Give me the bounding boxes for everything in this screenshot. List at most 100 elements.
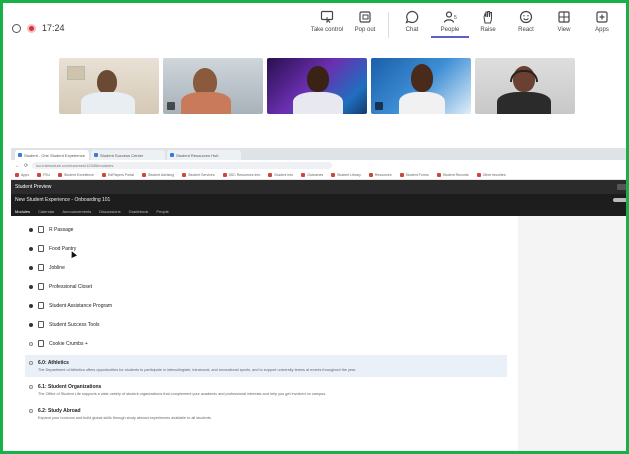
completion-dot-icon xyxy=(29,303,33,308)
course-tab[interactable]: People xyxy=(156,209,168,214)
course-settings-toggle[interactable] xyxy=(613,198,626,202)
take-control-button[interactable]: Take control xyxy=(308,10,346,38)
participant-shirt xyxy=(181,92,231,114)
pop-out-label: Pop out xyxy=(354,27,376,33)
browser-tab-label: Student Resources Hub xyxy=(176,152,219,158)
bookmark[interactable]: Outcomes xyxy=(301,173,323,177)
reload-icon[interactable]: ⟳ xyxy=(24,163,28,169)
bookmark[interactable]: SSC Resources Info xyxy=(222,173,261,177)
bookmark-label: Student Excellence xyxy=(63,173,94,177)
module-item-title: 6.2: Study Abroad xyxy=(38,408,81,414)
bookmark-label: FSU xyxy=(42,173,50,177)
participant-avatar xyxy=(97,70,117,94)
bookmark-label: EdPlayers Portal xyxy=(107,173,135,177)
bookmark[interactable]: Student Advising xyxy=(142,173,174,177)
muted-mic-icon xyxy=(375,102,383,110)
bookmark[interactable]: Student Forms xyxy=(399,173,429,177)
meeting-toolbar: 17:24 Take control Pop out Chat 5 People xyxy=(6,6,623,50)
browser-tab[interactable]: Student Resources Hub xyxy=(167,150,241,160)
app-header: Student Preview xyxy=(11,180,626,194)
screen-frame: 17:24 Take control Pop out Chat 5 People xyxy=(0,0,629,454)
participant-tile[interactable] xyxy=(475,58,575,114)
module-row[interactable]: Jobline xyxy=(29,258,518,277)
module-row[interactable]: Professional Closet xyxy=(29,277,518,296)
module-row[interactable]: R Passage xyxy=(29,220,518,239)
module-item[interactable]: 6.2: Study Abroad Expand your horizons a… xyxy=(25,403,507,425)
app-title: Student Preview xyxy=(15,184,52,190)
page-icon xyxy=(38,226,44,233)
participant-shirt xyxy=(497,92,551,114)
participant-avatar xyxy=(307,66,329,92)
participant-tile[interactable] xyxy=(267,58,367,114)
people-button[interactable]: 5 People xyxy=(431,10,469,38)
bookmark[interactable]: EdPlayers Portal xyxy=(101,173,135,177)
module-row[interactable]: Student Success Tools xyxy=(29,315,518,334)
meeting-timer: 17:24 xyxy=(42,23,65,33)
participant-shirt xyxy=(81,92,135,114)
course-title: New Student Experience - Onboarding 101 xyxy=(15,197,111,203)
page-icon xyxy=(38,283,44,290)
module-label: Professional Closet xyxy=(49,283,93,290)
browser-tab[interactable]: Student - One Student Experience xyxy=(15,150,89,160)
browser-tab-strip: Student - One Student Experience Student… xyxy=(11,148,626,160)
tab-favicon-icon xyxy=(170,153,174,157)
participant-tile[interactable] xyxy=(163,58,263,114)
bookmark[interactable]: FSU xyxy=(36,173,50,177)
url-field[interactable]: luc.instructure.com/courses/12345/module… xyxy=(32,162,333,169)
bookmark[interactable]: Student Info xyxy=(268,173,293,177)
bookmark[interactable]: Other favorites xyxy=(476,173,506,177)
take-control-icon xyxy=(320,10,334,24)
bookmark-label: Outcomes xyxy=(307,173,324,177)
raise-hand-button[interactable]: Raise xyxy=(469,10,507,38)
people-count: 5 xyxy=(454,15,457,21)
bookmark-label: Student Forms xyxy=(405,173,429,177)
chat-button[interactable]: Chat xyxy=(393,10,431,38)
module-row[interactable]: Cookie Crumbs + xyxy=(29,334,518,353)
page-icon xyxy=(38,264,44,271)
bookmark[interactable]: Student Records xyxy=(436,173,469,177)
module-row[interactable]: Food Pantry xyxy=(29,239,518,258)
react-icon xyxy=(519,10,533,24)
completion-dot-icon xyxy=(29,265,33,270)
back-icon[interactable]: ← xyxy=(15,163,20,169)
muted-mic-icon xyxy=(167,102,175,110)
browser-tab[interactable]: Student Success Center xyxy=(91,150,165,160)
tab-favicon-icon xyxy=(94,153,98,157)
course-tab[interactable]: Modules xyxy=(15,209,30,214)
completion-dot-icon xyxy=(29,246,33,251)
bookmark[interactable]: Apps xyxy=(15,173,29,177)
recording-icon xyxy=(27,23,36,33)
view-label: View xyxy=(557,27,571,33)
apps-icon xyxy=(596,11,608,23)
bookmark[interactable]: Student Library xyxy=(331,173,361,177)
course-tab[interactable]: Announcements xyxy=(62,209,91,214)
pop-out-button[interactable]: Pop out xyxy=(346,10,384,38)
apps-button[interactable]: Apps xyxy=(583,10,621,38)
completion-dot-icon xyxy=(29,322,33,327)
people-icon: 5 xyxy=(443,11,457,23)
module-item[interactable]: 6.0: Athletics The Department of Athleti… xyxy=(25,355,507,377)
raise-hand-icon xyxy=(483,11,492,24)
react-button[interactable]: React xyxy=(507,10,545,38)
bookmark[interactable]: Resources xyxy=(368,173,392,177)
module-item[interactable]: 6.1: Student Organizations The Office of… xyxy=(25,379,507,401)
course-tab[interactable]: Gradebook xyxy=(129,209,149,214)
module-item-title: 6.0: Athletics xyxy=(38,360,69,366)
participant-avatar xyxy=(411,64,433,92)
participant-shirt xyxy=(293,92,343,114)
course-tab[interactable]: Discussions xyxy=(99,209,120,214)
module-row[interactable]: Student Assistance Program xyxy=(29,296,518,315)
participant-tile[interactable] xyxy=(59,58,159,114)
exit-preview-button[interactable] xyxy=(617,184,626,190)
participant-tile[interactable] xyxy=(371,58,471,114)
bookmark-label: SSC Resources Info xyxy=(228,173,261,177)
course-tab[interactable]: Calendar xyxy=(38,209,54,214)
bookmark[interactable]: Student Services xyxy=(182,173,215,177)
raise-label: Raise xyxy=(480,27,496,33)
view-button[interactable]: View xyxy=(545,10,583,38)
completion-dot-icon xyxy=(29,227,33,232)
module-item-description: The Office of Student Life supports a wi… xyxy=(38,392,327,396)
bookmark[interactable]: Student Excellence xyxy=(57,173,94,177)
page-icon xyxy=(38,302,44,309)
module-label: Student Success Tools xyxy=(49,321,100,328)
